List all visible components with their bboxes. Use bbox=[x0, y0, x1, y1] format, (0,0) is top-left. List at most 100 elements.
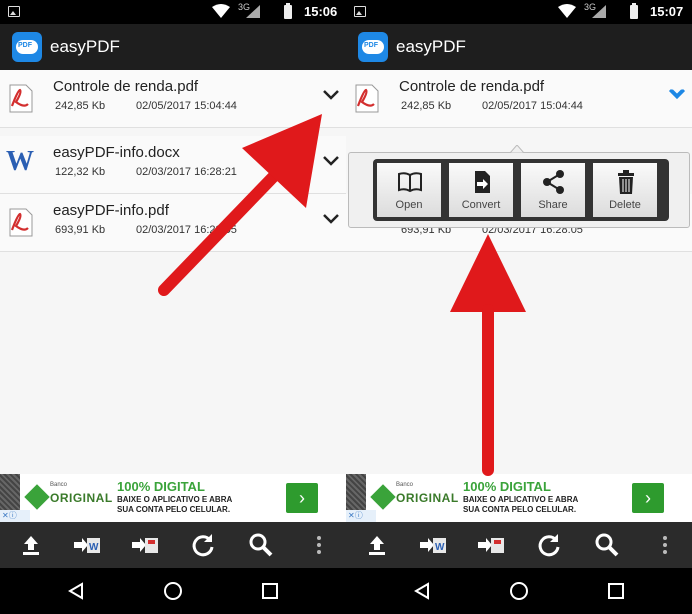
convert-icon bbox=[475, 171, 490, 193]
image-notification-icon bbox=[354, 6, 366, 17]
ad-headline: 100% DIGITAL bbox=[117, 479, 205, 494]
word-file-icon: W bbox=[6, 146, 34, 177]
app-title: easyPDF bbox=[50, 37, 120, 56]
ad-bank-label: Banco bbox=[396, 482, 414, 488]
popup-share-button[interactable]: Share bbox=[521, 163, 585, 217]
upload-icon[interactable] bbox=[16, 530, 46, 560]
chevron-down-icon[interactable] bbox=[668, 86, 686, 102]
popup-pointer bbox=[510, 145, 524, 153]
popup-frame: Open Convert Share Delete bbox=[348, 152, 690, 228]
battery-icon bbox=[284, 3, 292, 19]
status-bar: 3G 15:06 bbox=[0, 0, 346, 24]
file-date: 02/05/2017 15:04:44 bbox=[482, 100, 583, 112]
pdf-file-icon bbox=[9, 208, 33, 237]
popup-item-label: Share bbox=[538, 199, 568, 211]
home-icon[interactable] bbox=[509, 581, 529, 601]
ad-banner[interactable]: Banco ORIGINAL 100% DIGITAL BAIXE O APLI… bbox=[0, 474, 346, 522]
screen-left: 3G 15:06 PDF easyPDF Controle de renda.p… bbox=[0, 0, 346, 614]
overflow-menu-icon[interactable] bbox=[304, 530, 334, 560]
wifi-icon bbox=[558, 4, 576, 18]
bottom-toolbar: W bbox=[346, 522, 692, 568]
search-icon[interactable] bbox=[246, 530, 276, 560]
popup-item-label: Delete bbox=[609, 199, 641, 211]
back-icon[interactable] bbox=[412, 581, 432, 601]
convert-to-word-icon[interactable]: W bbox=[72, 530, 102, 560]
system-nav-bar bbox=[346, 568, 692, 614]
popup-item-label: Convert bbox=[461, 199, 501, 211]
chevron-down-icon[interactable] bbox=[322, 86, 340, 102]
app-logo-icon: PDF bbox=[12, 32, 42, 62]
popup-open-button[interactable]: Open bbox=[377, 163, 441, 217]
app-bar: PDF easyPDF bbox=[0, 24, 346, 70]
file-size: 242,85 Kb bbox=[401, 100, 452, 112]
file-action-popup: Open Convert Share Delete bbox=[346, 145, 692, 234]
battery-icon bbox=[630, 3, 638, 19]
status-bar: 3G 15:07 bbox=[346, 0, 692, 24]
file-row[interactable]: Controle de renda.pdf 242,85 Kb 02/05/20… bbox=[0, 70, 346, 128]
file-row[interactable]: W easyPDF-info.docx 122,32 Kb 02/03/2017… bbox=[0, 136, 346, 194]
trash-icon bbox=[618, 170, 634, 194]
app-title: easyPDF bbox=[396, 37, 466, 56]
back-icon[interactable] bbox=[66, 581, 86, 601]
file-row[interactable]: Controle de renda.pdf 242,85 Kb 02/05/20… bbox=[346, 70, 692, 128]
pdf-file-icon bbox=[355, 84, 379, 113]
signal-icon bbox=[246, 5, 260, 18]
file-size: 122,32 Kb bbox=[55, 166, 106, 178]
ad-headline: 100% DIGITAL bbox=[463, 479, 551, 494]
file-name: easyPDF-info.docx bbox=[53, 144, 180, 161]
ad-brand: ORIGINAL bbox=[396, 491, 459, 505]
ad-line-2: SUA CONTA PELO CELULAR. bbox=[117, 505, 231, 514]
clock: 15:07 bbox=[650, 4, 684, 19]
file-name: Controle de renda.pdf bbox=[399, 78, 545, 95]
ad-line-1: BAIXE O APLICATIVO E ABRA bbox=[463, 495, 579, 504]
ad-brand: ORIGINAL bbox=[50, 491, 113, 505]
file-name: easyPDF-info.pdf bbox=[53, 202, 169, 219]
chevron-down-icon[interactable] bbox=[322, 210, 340, 226]
wifi-icon bbox=[212, 4, 230, 18]
file-date: 02/03/2017 16:28:05 bbox=[136, 224, 237, 236]
system-nav-bar bbox=[0, 568, 346, 614]
ad-banner[interactable]: Banco ORIGINAL 100% DIGITAL BAIXE O APLI… bbox=[346, 474, 692, 522]
ad-info-icon[interactable]: ✕ⓘ bbox=[0, 510, 30, 522]
overflow-menu-icon[interactable] bbox=[650, 530, 680, 560]
app-bar: PDF easyPDF bbox=[346, 24, 692, 70]
popup-item-label: Open bbox=[395, 199, 423, 211]
refresh-icon[interactable] bbox=[188, 530, 218, 560]
refresh-icon[interactable] bbox=[534, 530, 564, 560]
bottom-toolbar: W bbox=[0, 522, 346, 568]
svg-text:W: W bbox=[435, 542, 445, 553]
popup-menu: Open Convert Share Delete bbox=[373, 159, 669, 221]
book-icon bbox=[398, 172, 422, 193]
ad-info-icon[interactable]: ✕ⓘ bbox=[346, 510, 376, 522]
convert-to-pdf-icon[interactable] bbox=[476, 530, 506, 560]
share-icon bbox=[543, 170, 564, 194]
clock: 15:06 bbox=[304, 4, 338, 19]
pdf-file-icon bbox=[9, 84, 33, 113]
upload-icon[interactable] bbox=[362, 530, 392, 560]
popup-delete-button[interactable]: Delete bbox=[593, 163, 657, 217]
search-icon[interactable] bbox=[592, 530, 622, 560]
ad-go-button[interactable]: › bbox=[286, 483, 318, 513]
chevron-down-icon[interactable] bbox=[322, 152, 340, 168]
svg-text:W: W bbox=[89, 542, 99, 553]
file-name: Controle de renda.pdf bbox=[53, 78, 199, 95]
file-size: 242,85 Kb bbox=[55, 100, 106, 112]
file-row[interactable]: easyPDF-info.pdf 693,91 Kb 02/03/2017 16… bbox=[0, 194, 346, 252]
recents-icon[interactable] bbox=[606, 581, 626, 601]
screen-right: 3G 15:07 PDF easyPDF Controle de renda.p… bbox=[346, 0, 692, 614]
image-notification-icon bbox=[8, 6, 20, 17]
popup-convert-button[interactable]: Convert bbox=[449, 163, 513, 217]
convert-to-word-icon[interactable]: W bbox=[418, 530, 448, 560]
ad-go-button[interactable]: › bbox=[632, 483, 664, 513]
recents-icon[interactable] bbox=[260, 581, 280, 601]
signal-icon bbox=[592, 5, 606, 18]
red-arrow-annotation bbox=[450, 234, 526, 476]
file-date: 02/05/2017 15:04:44 bbox=[136, 100, 237, 112]
file-size: 693,91 Kb bbox=[55, 224, 106, 236]
bank-logo-icon bbox=[370, 484, 396, 510]
home-icon[interactable] bbox=[163, 581, 183, 601]
file-date: 02/03/2017 16:28:21 bbox=[136, 166, 237, 178]
convert-to-pdf-icon[interactable] bbox=[130, 530, 160, 560]
bank-logo-icon bbox=[24, 484, 50, 510]
ad-line-2: SUA CONTA PELO CELULAR. bbox=[463, 505, 577, 514]
